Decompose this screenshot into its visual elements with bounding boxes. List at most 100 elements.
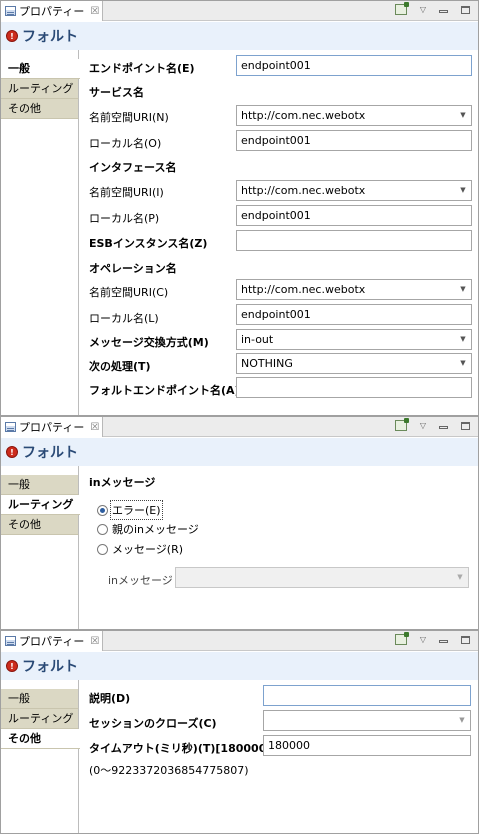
fault-icon: ! bbox=[6, 660, 18, 672]
view-tab-bar: プロパティー ☒ ▽ bbox=[1, 1, 478, 21]
chevron-down-icon[interactable]: ▼ bbox=[455, 280, 471, 299]
tab-other[interactable]: その他 bbox=[1, 729, 80, 749]
fault-endpoint-label: フォルトエンドポイント名(A) bbox=[89, 384, 240, 397]
service-ns-uri-value: http://com.nec.webotx bbox=[241, 109, 366, 122]
radio-message-label: メッセージ(R) bbox=[112, 543, 184, 556]
next-process-value: NOTHING bbox=[241, 357, 293, 370]
operation-ns-uri-label: 名前空間URI(C) bbox=[89, 286, 169, 299]
header-title: フォルト bbox=[22, 445, 78, 461]
close-view-icon[interactable]: ☒ bbox=[90, 422, 99, 433]
chevron-down-icon[interactable]: ▼ bbox=[455, 181, 471, 200]
operation-local-name-input[interactable]: endpoint001 bbox=[236, 304, 472, 325]
description-label: 説明(D) bbox=[89, 692, 131, 705]
radio-button[interactable] bbox=[97, 523, 108, 535]
properties-view-icon bbox=[5, 6, 16, 16]
service-ns-uri-label: 名前空間URI(N) bbox=[89, 111, 169, 124]
pin-view-icon[interactable] bbox=[394, 2, 409, 15]
maximize-icon[interactable] bbox=[461, 635, 470, 644]
maximize-icon[interactable] bbox=[461, 421, 470, 430]
properties-view-icon bbox=[5, 422, 16, 432]
pin-view-icon[interactable] bbox=[394, 418, 409, 431]
properties-header: ! フォルト bbox=[1, 652, 478, 680]
tab-other[interactable]: その他 bbox=[1, 99, 79, 119]
radio-parent-in-message[interactable]: 親のinメッセージ bbox=[97, 521, 199, 537]
service-local-name-input[interactable]: endpoint001 bbox=[236, 130, 472, 151]
in-message-select[interactable]: ▼ bbox=[175, 567, 469, 588]
interface-name-section: インタフェース名 bbox=[89, 161, 177, 174]
mep-value: in-out bbox=[241, 333, 274, 346]
timeout-label: タイムアウト(ミリ秒)(T)[180000] bbox=[89, 742, 272, 755]
operation-name-section: オペレーション名 bbox=[89, 262, 177, 275]
view-tab-bar: プロパティー ☒ ▽ bbox=[1, 417, 478, 437]
header-title: フォルト bbox=[22, 659, 78, 675]
tab-routing[interactable]: ルーティング bbox=[1, 79, 79, 99]
operation-ns-uri-select[interactable]: http://com.nec.webotx ▼ bbox=[236, 279, 472, 300]
timeout-input[interactable]: 180000 bbox=[263, 735, 471, 756]
endpoint-name-label: エンドポイント名(E) bbox=[89, 62, 195, 75]
minimize-icon[interactable] bbox=[439, 426, 448, 429]
chevron-down-icon[interactable]: ▼ bbox=[452, 568, 468, 587]
endpoint-name-input[interactable]: endpoint001 bbox=[236, 55, 472, 76]
routing-content: inメッセージ エラー(E) 親のinメッセージ メッセージ(R) inメッセー… bbox=[80, 466, 478, 629]
side-tab-list: 一般 ルーティング その他 bbox=[1, 466, 80, 629]
interface-ns-uri-select[interactable]: http://com.nec.webotx ▼ bbox=[236, 180, 472, 201]
tab-general[interactable]: 一般 bbox=[1, 59, 80, 79]
properties-view-tab[interactable]: プロパティー ☒ bbox=[1, 1, 103, 21]
radio-message[interactable]: メッセージ(R) bbox=[97, 541, 183, 557]
view-menu-icon[interactable]: ▽ bbox=[420, 635, 426, 644]
timeout-range-text: (0〜9223372036854775807) bbox=[89, 764, 249, 777]
tab-general[interactable]: 一般 bbox=[1, 689, 79, 709]
tab-other[interactable]: その他 bbox=[1, 515, 79, 535]
properties-view-icon bbox=[5, 636, 16, 646]
pin-view-icon[interactable] bbox=[394, 632, 409, 645]
radio-error[interactable]: エラー(E) bbox=[97, 500, 163, 520]
fault-icon: ! bbox=[6, 30, 18, 42]
session-close-select[interactable]: ▼ bbox=[263, 710, 471, 731]
minimize-icon[interactable] bbox=[439, 640, 448, 643]
close-view-icon[interactable]: ☒ bbox=[90, 636, 99, 647]
in-message-section: inメッセージ bbox=[89, 476, 156, 489]
next-process-label: 次の処理(T) bbox=[89, 360, 151, 373]
properties-view-tab[interactable]: プロパティー ☒ bbox=[1, 631, 103, 651]
radio-button[interactable] bbox=[97, 543, 108, 555]
properties-view-tab[interactable]: プロパティー ☒ bbox=[1, 417, 103, 437]
maximize-icon[interactable] bbox=[461, 5, 470, 14]
general-content: エンドポイント名(E) endpoint001 サービス名 名前空間URI(N)… bbox=[80, 50, 478, 415]
mep-label: メッセージ交換方式(M) bbox=[89, 336, 209, 349]
view-menu-icon[interactable]: ▽ bbox=[420, 5, 426, 14]
properties-panel-routing: プロパティー ☒ ▽ ! フォルト 一般 ルーティング その他 inメッセージ … bbox=[0, 416, 479, 630]
close-view-icon[interactable]: ☒ bbox=[90, 6, 99, 17]
properties-header: ! フォルト bbox=[1, 438, 478, 466]
interface-ns-uri-value: http://com.nec.webotx bbox=[241, 184, 366, 197]
tab-routing[interactable]: ルーティング bbox=[1, 495, 80, 515]
chevron-down-icon[interactable]: ▼ bbox=[455, 330, 471, 349]
interface-local-name-input[interactable]: endpoint001 bbox=[236, 205, 472, 226]
radio-error-label: エラー(E) bbox=[110, 500, 163, 520]
side-tab-list: 一般 ルーティング その他 bbox=[1, 680, 80, 833]
radio-button[interactable] bbox=[97, 504, 108, 516]
radio-parent-label: 親のinメッセージ bbox=[112, 523, 199, 536]
properties-panel-general: プロパティー ☒ ▽ ! フォルト 一般 ルーティング その他 エンドポイント名… bbox=[0, 0, 479, 416]
service-ns-uri-select[interactable]: http://com.nec.webotx ▼ bbox=[236, 105, 472, 126]
header-title: フォルト bbox=[22, 29, 78, 45]
mep-select[interactable]: in-out ▼ bbox=[236, 329, 472, 350]
esb-instance-input[interactable] bbox=[236, 230, 472, 251]
interface-ns-uri-label: 名前空間URI(I) bbox=[89, 186, 164, 199]
view-title: プロパティー bbox=[19, 421, 85, 434]
fault-endpoint-input[interactable] bbox=[236, 377, 472, 398]
view-menu-icon[interactable]: ▽ bbox=[420, 421, 426, 430]
tab-general[interactable]: 一般 bbox=[1, 475, 79, 495]
view-title: プロパティー bbox=[19, 635, 85, 648]
description-input[interactable] bbox=[263, 685, 471, 706]
side-tab-list: 一般 ルーティング その他 bbox=[1, 50, 80, 415]
chevron-down-icon[interactable]: ▼ bbox=[455, 106, 471, 125]
chevron-down-icon[interactable]: ▼ bbox=[455, 354, 471, 373]
interface-local-name-label: ローカル名(P) bbox=[89, 212, 160, 225]
chevron-down-icon[interactable]: ▼ bbox=[454, 711, 470, 730]
properties-header: ! フォルト bbox=[1, 22, 478, 50]
minimize-icon[interactable] bbox=[439, 10, 448, 13]
tab-routing[interactable]: ルーティング bbox=[1, 709, 79, 729]
operation-local-name-label: ローカル名(L) bbox=[89, 312, 159, 325]
service-name-section: サービス名 bbox=[89, 86, 144, 99]
next-process-select[interactable]: NOTHING ▼ bbox=[236, 353, 472, 374]
